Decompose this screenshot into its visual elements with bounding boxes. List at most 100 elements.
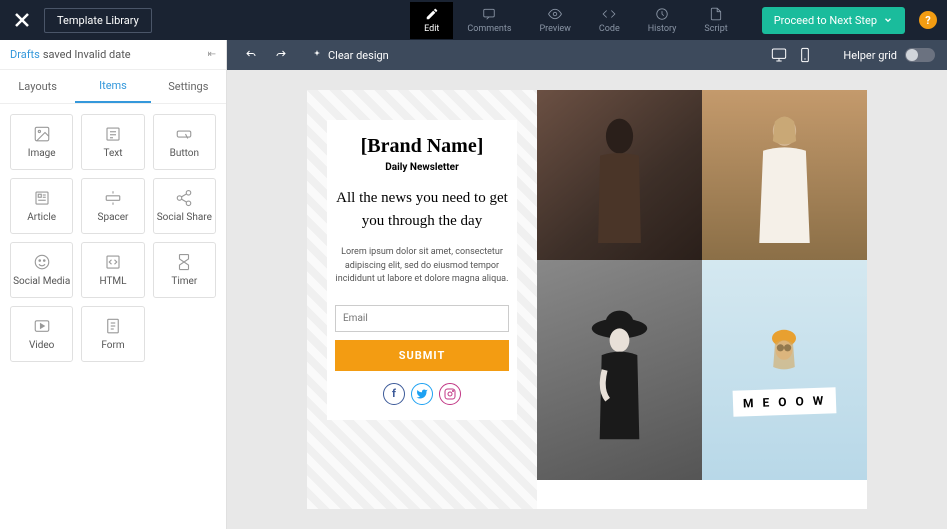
script-icon: [709, 7, 723, 21]
redo-icon: [275, 49, 287, 61]
item-social-share[interactable]: Social Share: [153, 178, 216, 234]
drafts-status-bar: Drafts saved Invalid date ⇤: [0, 40, 226, 70]
history-icon: [655, 7, 669, 21]
email-template[interactable]: [Brand Name] Daily Newsletter All the ne…: [307, 90, 867, 509]
meow-text: M E O O W: [732, 387, 836, 417]
helper-grid-toggle[interactable]: [905, 48, 935, 62]
tab-label: Code: [599, 24, 620, 34]
button-icon: [175, 125, 193, 143]
code-icon: [602, 7, 616, 21]
item-button[interactable]: Button: [153, 114, 216, 170]
photo-2[interactable]: [702, 90, 867, 260]
item-video[interactable]: Video: [10, 306, 73, 362]
email-right-column: M E O O W: [537, 90, 867, 509]
instagram-icon[interactable]: [439, 383, 461, 405]
email-left-column: [Brand Name] Daily Newsletter All the ne…: [307, 90, 537, 509]
tab-history[interactable]: History: [634, 2, 691, 39]
chevron-down-icon: [883, 15, 893, 25]
sparkle-icon: [311, 49, 323, 61]
item-label: Form: [101, 340, 124, 351]
item-timer[interactable]: Timer: [153, 242, 216, 298]
helper-label: Helper grid: [843, 49, 897, 62]
proceed-label: Proceed to Next Step: [774, 14, 877, 27]
clear-label: Clear design: [328, 49, 389, 62]
eye-icon: [548, 7, 562, 21]
photo-3[interactable]: [537, 260, 702, 480]
headline-text[interactable]: All the news you need to get you through…: [335, 187, 509, 232]
pencil-icon: [425, 7, 439, 21]
device-switcher: [771, 47, 813, 63]
tab-label: Script: [704, 24, 727, 34]
article-icon: [33, 189, 51, 207]
timer-icon: [175, 253, 193, 271]
tab-items[interactable]: Items: [75, 70, 150, 103]
tab-label: Comments: [467, 24, 511, 34]
social-icons: f: [335, 383, 509, 405]
photo-4[interactable]: M E O O W: [702, 260, 867, 480]
spacer-icon: [104, 189, 122, 207]
text-icon: [104, 125, 122, 143]
item-label: Button: [170, 148, 199, 159]
tab-label: Preview: [539, 24, 570, 34]
item-form[interactable]: Form: [81, 306, 144, 362]
item-html[interactable]: HTML: [81, 242, 144, 298]
body-text[interactable]: Lorem ipsum dolor sit amet, consectetur …: [335, 246, 509, 287]
canvas-toolbar: Clear design Helper grid: [227, 40, 947, 70]
twitter-icon[interactable]: [411, 383, 433, 405]
tab-edit[interactable]: Edit: [410, 2, 453, 39]
item-social-media[interactable]: Social Media: [10, 242, 73, 298]
submit-button[interactable]: SUBMIT: [335, 340, 509, 371]
html-icon: [104, 253, 122, 271]
share-icon: [175, 189, 193, 207]
item-label: Timer: [171, 276, 197, 287]
tab-preview[interactable]: Preview: [525, 2, 584, 39]
video-icon: [33, 317, 51, 335]
undo-button[interactable]: [239, 46, 263, 64]
tab-comments[interactable]: Comments: [453, 2, 525, 39]
canvas-area: Clear design Helper grid [Brand Name] Da…: [227, 40, 947, 529]
items-grid: Image Text Button Article Spacer Social …: [0, 104, 226, 372]
help-button[interactable]: ?: [919, 11, 937, 29]
item-label: Social Media: [13, 276, 70, 287]
item-image[interactable]: Image: [10, 114, 73, 170]
image-icon: [33, 125, 51, 143]
item-label: Article: [27, 212, 56, 223]
item-label: HTML: [99, 276, 126, 287]
brand-heading[interactable]: [Brand Name]: [335, 135, 509, 158]
tab-label: History: [648, 24, 677, 34]
subtitle[interactable]: Daily Newsletter: [335, 162, 509, 173]
item-spacer[interactable]: Spacer: [81, 178, 144, 234]
template-library-button[interactable]: Template Library: [44, 8, 152, 33]
tab-settings[interactable]: Settings: [151, 70, 226, 103]
canvas[interactable]: [Brand Name] Daily Newsletter All the ne…: [227, 70, 947, 529]
facebook-icon[interactable]: f: [383, 383, 405, 405]
top-bar: Template Library Edit Comments Preview C…: [0, 0, 947, 40]
collapse-sidebar-button[interactable]: ⇤: [208, 49, 216, 60]
item-label: Image: [28, 148, 56, 159]
tab-code[interactable]: Code: [585, 2, 634, 39]
comment-icon: [482, 7, 496, 21]
close-button[interactable]: [10, 8, 34, 32]
item-label: Spacer: [98, 212, 129, 223]
social-icon: [33, 253, 51, 271]
helper-grid-control: Helper grid: [843, 48, 935, 62]
sidebar: Drafts saved Invalid date ⇤ Layouts Item…: [0, 40, 227, 529]
top-mode-tabs: Edit Comments Preview Code History Scrip…: [410, 2, 742, 39]
photo-1[interactable]: [537, 90, 702, 260]
undo-icon: [245, 49, 257, 61]
item-text[interactable]: Text: [81, 114, 144, 170]
desktop-icon[interactable]: [771, 47, 787, 63]
proceed-button[interactable]: Proceed to Next Step: [762, 7, 905, 34]
item-label: Video: [29, 340, 54, 351]
clear-design-button[interactable]: Clear design: [305, 46, 395, 65]
tab-script[interactable]: Script: [690, 2, 741, 39]
item-article[interactable]: Article: [10, 178, 73, 234]
email-input[interactable]: [335, 305, 509, 332]
drafts-label: Drafts: [10, 48, 40, 61]
mobile-icon[interactable]: [797, 47, 813, 63]
item-label: Text: [103, 148, 122, 159]
redo-button[interactable]: [269, 46, 293, 64]
tab-layouts[interactable]: Layouts: [0, 70, 75, 103]
item-label: Social Share: [157, 212, 212, 223]
drafts-status: saved Invalid date: [43, 48, 131, 61]
